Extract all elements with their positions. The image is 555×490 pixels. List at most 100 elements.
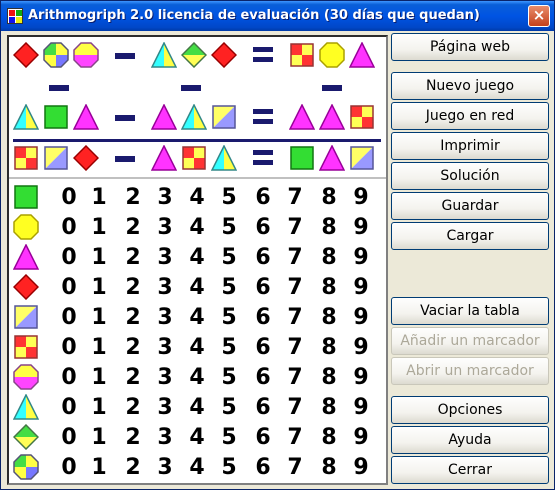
- digit-cell[interactable]: 4: [183, 365, 211, 390]
- digit-cell[interactable]: 0: [55, 245, 83, 270]
- digit-cell[interactable]: 6: [249, 185, 277, 210]
- digit-cell[interactable]: 0: [55, 215, 83, 240]
- digit-cell[interactable]: 2: [119, 395, 147, 420]
- digit-cell[interactable]: 1: [85, 455, 113, 480]
- digit-cell[interactable]: 0: [55, 335, 83, 360]
- digit-cell[interactable]: 1: [85, 305, 113, 330]
- digit-cell[interactable]: 5: [215, 395, 243, 420]
- digit-cell[interactable]: 0: [55, 305, 83, 330]
- digit-cell[interactable]: 4: [183, 395, 211, 420]
- digit-cell[interactable]: 8: [315, 245, 343, 270]
- digit-cell[interactable]: 9: [347, 185, 375, 210]
- digit-cell[interactable]: 7: [281, 365, 309, 390]
- digit-cell[interactable]: 2: [119, 275, 147, 300]
- open-marker-button[interactable]: Abrir un marcador: [391, 357, 549, 385]
- digit-cell[interactable]: 1: [85, 275, 113, 300]
- digit-cell[interactable]: 3: [151, 335, 179, 360]
- title-bar[interactable]: Arithmogriph 2.0 licencia de evaluación …: [1, 1, 554, 31]
- digit-cell[interactable]: 2: [119, 245, 147, 270]
- digit-cell[interactable]: 0: [55, 425, 83, 450]
- digit-cell[interactable]: 8: [315, 365, 343, 390]
- digit-cell[interactable]: 1: [85, 215, 113, 240]
- digit-cell[interactable]: 7: [281, 455, 309, 480]
- digit-cell[interactable]: 6: [249, 275, 277, 300]
- digit-cell[interactable]: 6: [249, 425, 277, 450]
- network-game-button[interactable]: Juego en red: [391, 102, 549, 130]
- digit-cell[interactable]: 8: [315, 275, 343, 300]
- digit-cell[interactable]: 8: [315, 185, 343, 210]
- digit-cell[interactable]: 9: [347, 245, 375, 270]
- digit-cell[interactable]: 1: [85, 365, 113, 390]
- print-button[interactable]: Imprimir: [391, 132, 549, 160]
- digit-cell[interactable]: 0: [55, 275, 83, 300]
- digit-cell[interactable]: 5: [215, 275, 243, 300]
- digit-cell[interactable]: 6: [249, 395, 277, 420]
- digit-cell[interactable]: 4: [183, 275, 211, 300]
- digit-cell[interactable]: 1: [85, 185, 113, 210]
- digit-cell[interactable]: 3: [151, 305, 179, 330]
- close-window-button[interactable]: ×: [528, 5, 550, 27]
- close-button[interactable]: Cerrar: [391, 456, 549, 484]
- digit-cell[interactable]: 3: [151, 425, 179, 450]
- digit-cell[interactable]: 7: [281, 305, 309, 330]
- digit-cell[interactable]: 9: [347, 425, 375, 450]
- digit-cell[interactable]: 2: [119, 305, 147, 330]
- digit-cell[interactable]: 9: [347, 395, 375, 420]
- digit-cell[interactable]: 0: [55, 395, 83, 420]
- digit-cell[interactable]: 7: [281, 425, 309, 450]
- digit-cell[interactable]: 9: [347, 275, 375, 300]
- digit-cell[interactable]: 9: [347, 305, 375, 330]
- digit-cell[interactable]: 9: [347, 455, 375, 480]
- digit-cell[interactable]: 5: [215, 365, 243, 390]
- digit-cell[interactable]: 6: [249, 215, 277, 240]
- digit-cell[interactable]: 0: [55, 185, 83, 210]
- digit-cell[interactable]: 9: [347, 365, 375, 390]
- digit-cell[interactable]: 1: [85, 425, 113, 450]
- digit-cell[interactable]: 6: [249, 335, 277, 360]
- digit-cell[interactable]: 7: [281, 275, 309, 300]
- digit-cell[interactable]: 8: [315, 395, 343, 420]
- digit-cell[interactable]: 3: [151, 215, 179, 240]
- digit-cell[interactable]: 7: [281, 215, 309, 240]
- digit-cell[interactable]: 4: [183, 305, 211, 330]
- digit-cell[interactable]: 7: [281, 335, 309, 360]
- digit-cell[interactable]: 4: [183, 245, 211, 270]
- digit-cell[interactable]: 0: [55, 365, 83, 390]
- digit-cell[interactable]: 9: [347, 335, 375, 360]
- digit-cell[interactable]: 3: [151, 365, 179, 390]
- digit-cell[interactable]: 8: [315, 215, 343, 240]
- clear-table-button[interactable]: Vaciar la tabla: [391, 297, 549, 325]
- digit-cell[interactable]: 8: [315, 455, 343, 480]
- digit-cell[interactable]: 2: [119, 365, 147, 390]
- digit-cell[interactable]: 1: [85, 245, 113, 270]
- digit-cell[interactable]: 2: [119, 455, 147, 480]
- digit-cell[interactable]: 2: [119, 215, 147, 240]
- digit-cell[interactable]: 3: [151, 455, 179, 480]
- digit-cell[interactable]: 5: [215, 185, 243, 210]
- digit-cell[interactable]: 2: [119, 425, 147, 450]
- digit-cell[interactable]: 5: [215, 215, 243, 240]
- digit-cell[interactable]: 5: [215, 305, 243, 330]
- digit-cell[interactable]: 6: [249, 455, 277, 480]
- new-game-button[interactable]: Nuevo juego: [391, 72, 549, 100]
- options-button[interactable]: Opciones: [391, 396, 549, 424]
- digit-cell[interactable]: 4: [183, 455, 211, 480]
- digit-cell[interactable]: 6: [249, 245, 277, 270]
- digit-cell[interactable]: 5: [215, 335, 243, 360]
- digit-cell[interactable]: 5: [215, 245, 243, 270]
- digit-cell[interactable]: 3: [151, 185, 179, 210]
- digit-cell[interactable]: 5: [215, 455, 243, 480]
- digit-cell[interactable]: 8: [315, 335, 343, 360]
- help-button[interactable]: Ayuda: [391, 426, 549, 454]
- save-button[interactable]: Guardar: [391, 192, 549, 220]
- digit-cell[interactable]: 7: [281, 395, 309, 420]
- digit-cell[interactable]: 6: [249, 305, 277, 330]
- digit-cell[interactable]: 4: [183, 335, 211, 360]
- digit-cell[interactable]: 5: [215, 425, 243, 450]
- digit-cell[interactable]: 4: [183, 185, 211, 210]
- add-marker-button[interactable]: Añadir un marcador: [391, 327, 549, 355]
- digit-cell[interactable]: 8: [315, 425, 343, 450]
- solution-button[interactable]: Solución: [391, 162, 549, 190]
- digit-cell[interactable]: 3: [151, 395, 179, 420]
- digit-cell[interactable]: 6: [249, 365, 277, 390]
